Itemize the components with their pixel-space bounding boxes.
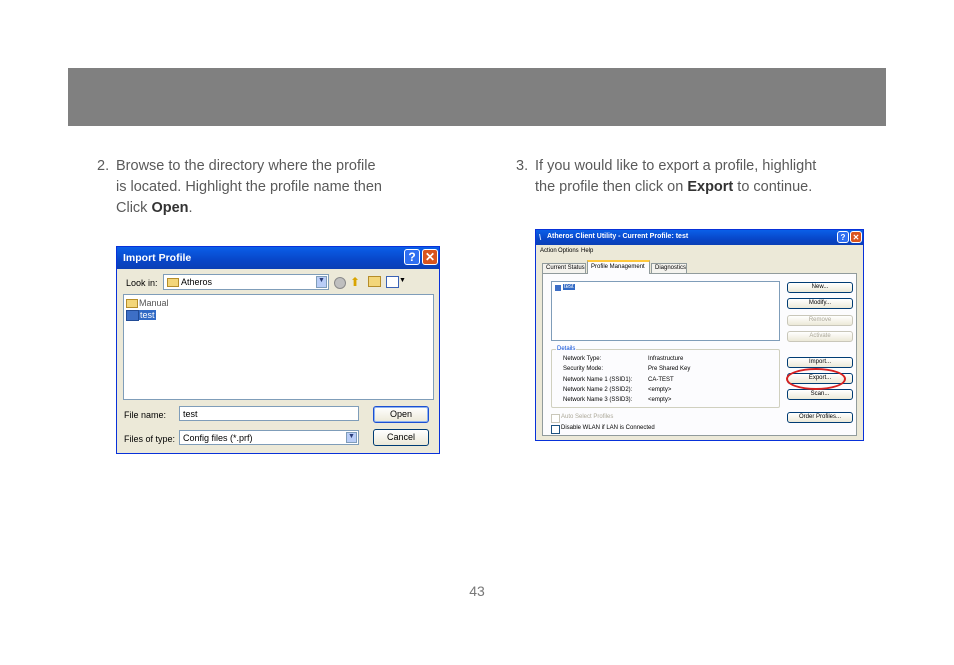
menu-item-action[interactable]: Action: [540, 248, 557, 254]
detail-key-ssid2: Network Name 2 (SSID2):: [563, 387, 633, 393]
chevron-down-icon[interactable]: ▼: [346, 432, 357, 443]
page-number: 43: [469, 583, 485, 599]
acu-titlebar: \ Atheros Client Utility - Current Profi…: [536, 230, 863, 245]
chevron-down-icon[interactable]: ▼: [316, 276, 327, 288]
file-name-label: File name:: [124, 410, 167, 420]
import-button[interactable]: Import...: [787, 357, 853, 368]
step-3-line-2-c: to continue.: [733, 179, 813, 195]
tab-diagnostics[interactable]: Diagnostics: [651, 263, 687, 273]
remove-button: Remove: [787, 315, 853, 326]
wireless-icon: \: [539, 233, 542, 242]
look-in-label: Look in:: [126, 278, 158, 288]
import-profile-dialog: Import Profile ? ✕ Look in: Atheros ▼ ⬆ …: [116, 246, 440, 454]
tab-profile-management-label: Profile Management: [591, 264, 645, 270]
modify-button[interactable]: Modify...: [787, 298, 853, 309]
step-3-line-2: the profile then click on Export to cont…: [535, 177, 875, 198]
detail-value-ssid1: CA-TEST: [648, 377, 674, 383]
activate-button: Activate: [787, 331, 853, 342]
acu-title: Atheros Client Utility - Current Profile…: [547, 233, 689, 240]
look-in-value: Atheros: [181, 277, 213, 287]
file-name-manual: Manual: [139, 298, 169, 308]
step-3-text: 3. If you would like to export a profile…: [516, 156, 875, 198]
header-banner: [68, 68, 886, 126]
folder-icon: [126, 299, 138, 308]
import-button-label: Import...: [808, 359, 831, 365]
auto-select-label: Auto Select Profiles: [561, 414, 614, 420]
step-2-line-3-c: .: [188, 200, 193, 216]
step-3-number: 3.: [516, 158, 529, 174]
details-label: Details: [556, 346, 577, 352]
cancel-button-label: Cancel: [386, 432, 415, 442]
help-button[interactable]: ?: [404, 249, 420, 265]
file-name-input[interactable]: test: [179, 406, 359, 421]
step-3-line-2-a: the profile then click on: [535, 179, 688, 195]
file-type-value: Config files (*.prf): [183, 433, 253, 443]
detail-key-ssid1: Network Name 1 (SSID1):: [563, 377, 633, 383]
step-2-text: 2. Browse to the directory where the pro…: [97, 156, 446, 219]
file-type-label: Files of type:: [124, 434, 176, 444]
order-profiles-button-label: Order Profiles...: [798, 414, 841, 420]
step-3-export-word: Export: [687, 179, 734, 195]
profile-file-icon: [126, 310, 139, 321]
tab-current-status-label: Current Status: [546, 265, 585, 271]
open-button[interactable]: Open: [373, 406, 429, 423]
detail-key-ssid3: Network Name 3 (SSID3):: [563, 397, 633, 403]
remove-button-label: Remove: [808, 317, 832, 323]
activate-button-label: Activate: [809, 333, 831, 339]
close-button[interactable]: ✕: [422, 249, 438, 265]
tab-diagnostics-label: Diagnostics: [655, 265, 687, 271]
help-button[interactable]: ?: [837, 231, 849, 243]
step-2-line-2: is located. Highlight the profile name t…: [116, 179, 382, 195]
profile-list[interactable]: test: [551, 281, 780, 341]
step-2-line-3-a: Click: [116, 200, 152, 216]
detail-value-network-type: Infrastructure: [648, 356, 684, 362]
scan-button[interactable]: Scan...: [787, 389, 853, 400]
scan-button-label: Scan...: [810, 391, 830, 397]
file-type-dropdown[interactable]: Config files (*.prf) ▼: [179, 430, 359, 445]
tab-current-status[interactable]: Current Status: [542, 263, 586, 273]
details-group: Details Network Type: Infrastructure Sec…: [551, 346, 780, 408]
menu-item-help[interactable]: Help: [581, 248, 593, 254]
new-button-label: New...: [811, 284, 829, 290]
menu-item-options[interactable]: Options: [558, 248, 579, 254]
step-2-open-word: Open: [151, 200, 189, 216]
detail-key-network-type: Network Type:: [563, 356, 602, 362]
view-menu-arrow-icon[interactable]: ▼: [399, 277, 406, 284]
folder-icon: [167, 278, 179, 287]
detail-value-security-mode: Pre Shared Key: [648, 366, 691, 372]
atheros-client-utility-window: \ Atheros Client Utility - Current Profi…: [535, 229, 864, 441]
order-profiles-button[interactable]: Order Profiles...: [787, 412, 853, 423]
up-folder-icon[interactable]: ⬆: [350, 275, 360, 289]
view-menu-icon[interactable]: [386, 276, 399, 288]
disable-wlan-label: Disable WLAN if LAN is Connected: [561, 425, 655, 431]
profile-item-test[interactable]: test: [563, 284, 575, 290]
step-3-line-1: If you would like to export a profile, h…: [535, 158, 817, 174]
profile-icon: [555, 285, 561, 291]
auto-select-checkbox: [551, 414, 560, 423]
detail-value-ssid3: <empty>: [648, 397, 672, 403]
disable-wlan-checkbox[interactable]: [551, 425, 560, 434]
cancel-button[interactable]: Cancel: [373, 429, 429, 446]
file-name-value: test: [183, 409, 198, 419]
file-name-test: test: [139, 310, 156, 320]
file-list[interactable]: Manual test: [123, 294, 434, 400]
import-dialog-titlebar: Import Profile ? ✕: [117, 247, 439, 269]
back-icon[interactable]: [334, 277, 346, 289]
tab-panel: test New... Modify... Remove Activate De…: [542, 273, 857, 436]
step-2-line-1: Browse to the directory where the profil…: [116, 158, 376, 174]
modify-button-label: Modify...: [808, 300, 832, 306]
import-dialog-title: Import Profile: [123, 252, 192, 264]
open-button-label: Open: [389, 409, 413, 419]
look-in-dropdown[interactable]: Atheros ▼: [163, 274, 329, 290]
close-button[interactable]: ✕: [850, 231, 862, 243]
new-button[interactable]: New...: [787, 282, 853, 293]
detail-key-security-mode: Security Mode:: [563, 366, 604, 372]
export-highlight-circle: [786, 368, 846, 390]
step-2-line-3: Click Open.: [116, 198, 446, 219]
step-2-number: 2.: [97, 158, 110, 174]
detail-value-ssid2: <empty>: [648, 387, 672, 393]
new-folder-icon[interactable]: [368, 276, 381, 287]
tab-profile-management[interactable]: Profile Management: [587, 260, 650, 274]
